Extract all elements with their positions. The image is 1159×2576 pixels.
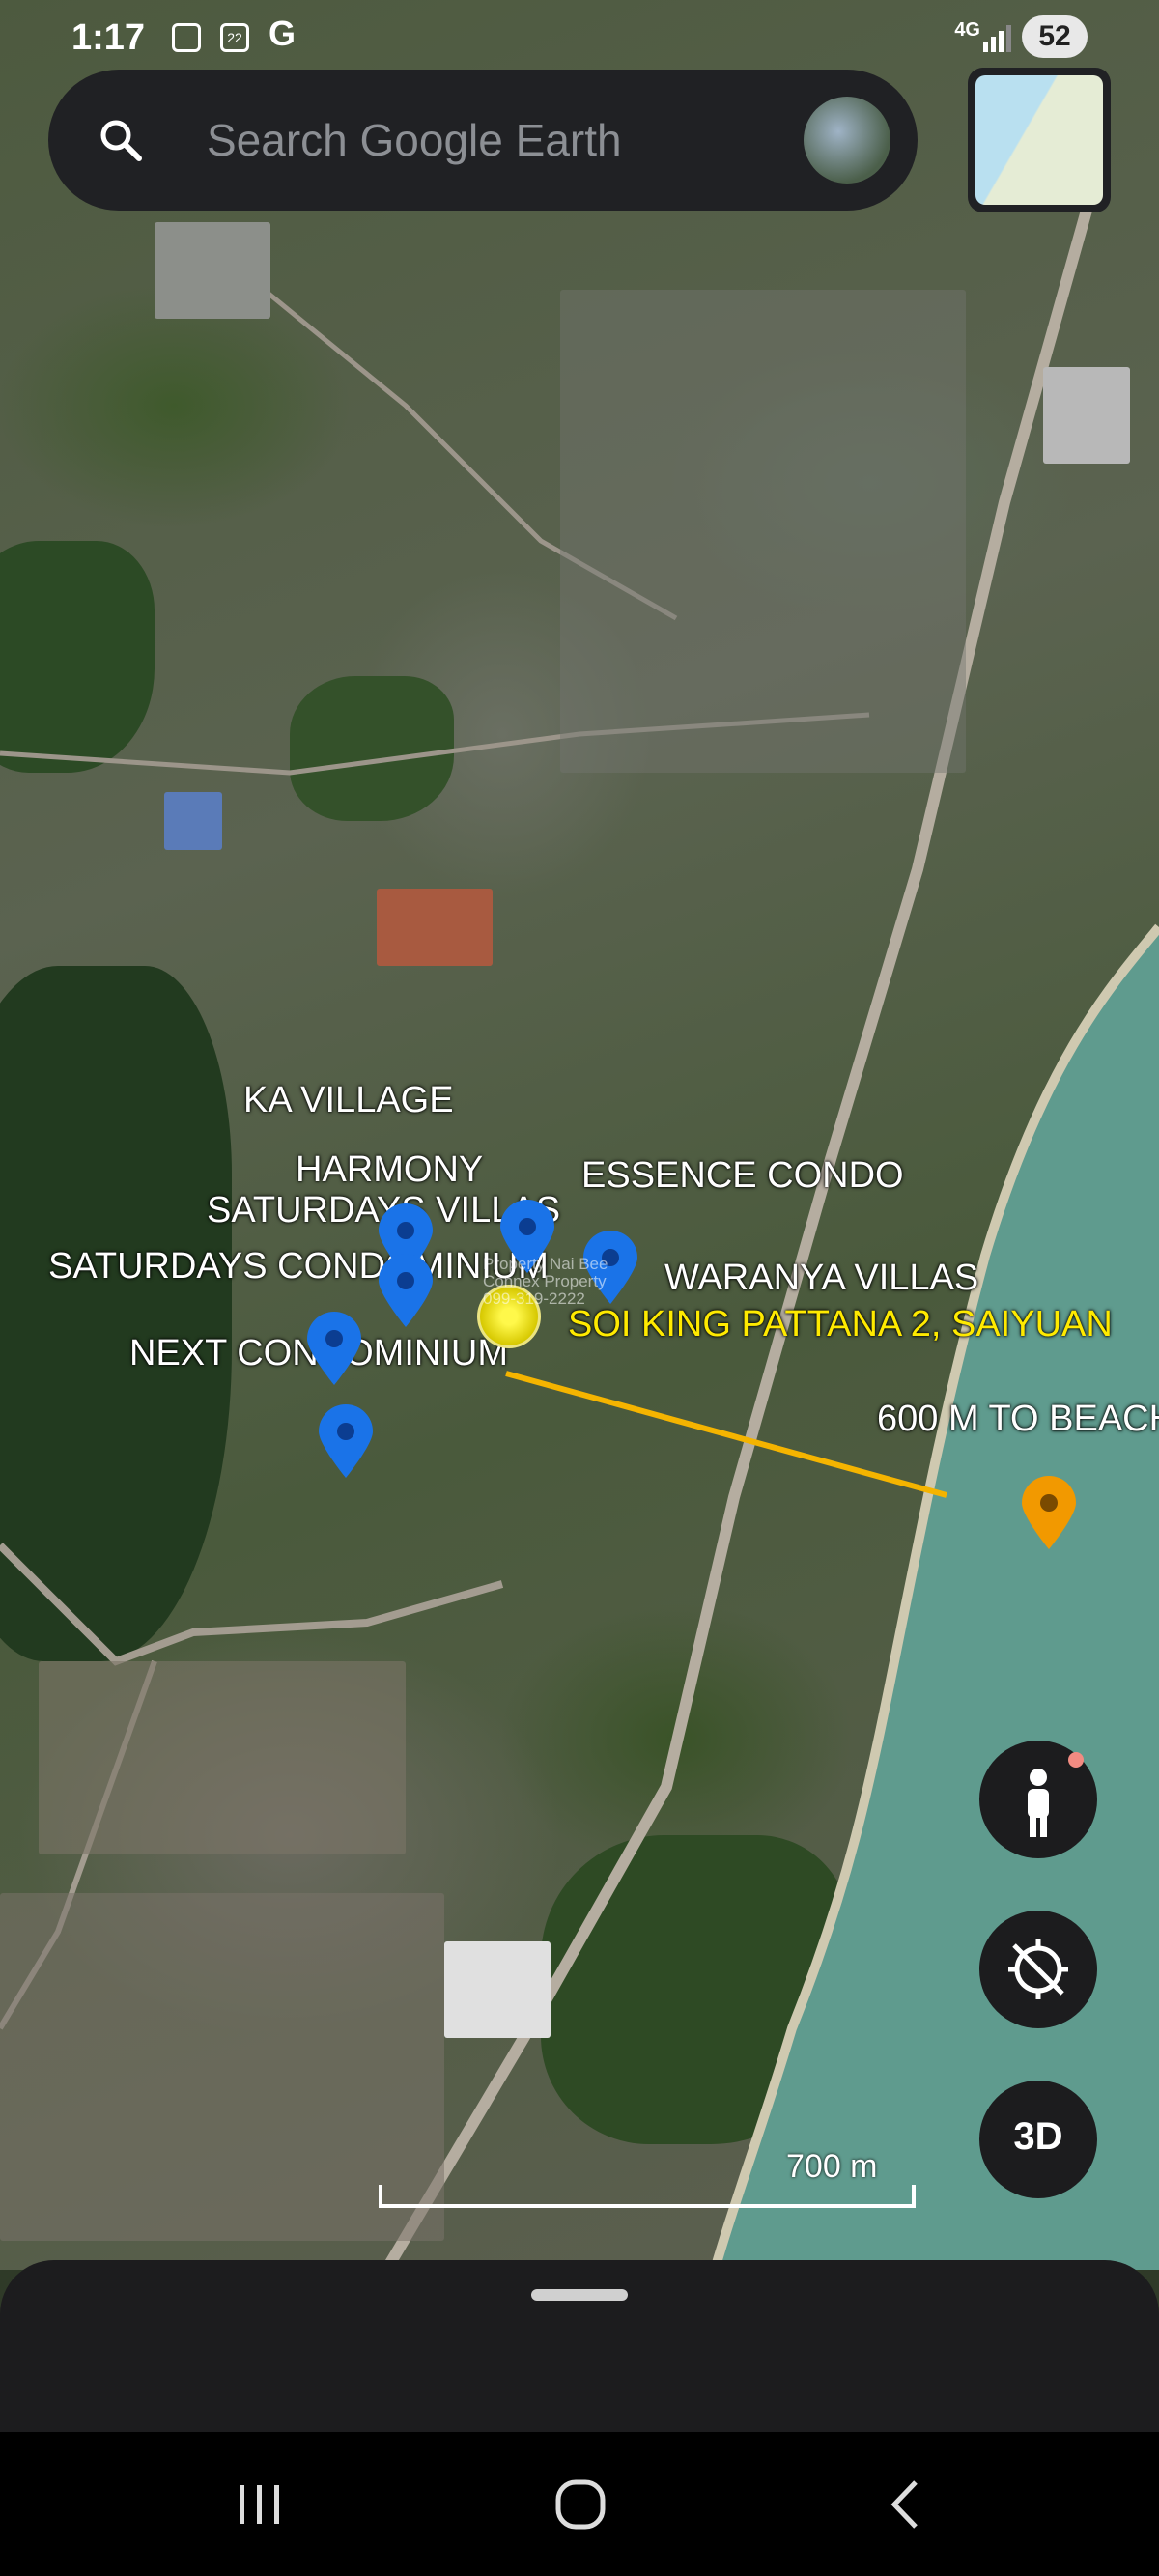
status-time: 1:17 [71, 17, 146, 58]
map-pin-blue[interactable] [303, 1310, 365, 1387]
street-view-button[interactable] [979, 1741, 1097, 1858]
place-label-ka-village[interactable]: KA VILLAGE [243, 1080, 454, 1121]
place-label-essence-condo[interactable]: ESSENCE CONDO [581, 1155, 904, 1197]
map-pin-blue[interactable] [315, 1402, 377, 1480]
recent-apps-icon[interactable] [226, 2471, 294, 2538]
scale-bar [379, 2185, 916, 2208]
map-style-button[interactable] [968, 68, 1111, 212]
battery-indicator: 52 [1022, 15, 1088, 58]
minimap-thumbnail [975, 75, 1103, 205]
back-icon[interactable] [873, 2471, 941, 2538]
place-label-soi-king-pattana[interactable]: SOI KING PATTANA 2, SAIYUAN [568, 1304, 1113, 1345]
home-icon[interactable] [547, 2471, 614, 2538]
search-icon [100, 120, 142, 161]
map-pin-orange[interactable] [1018, 1474, 1080, 1551]
notification-dot [1068, 1752, 1084, 1768]
compass-button[interactable] [979, 1911, 1097, 2028]
status-bar: 1:17 22 G 4G 52 [0, 0, 1159, 77]
calendar-icon: 22 [220, 23, 249, 52]
place-label-waranya-villas[interactable]: WARANYA VILLAS [664, 1258, 978, 1299]
search-placeholder: Search Google Earth [207, 115, 622, 165]
avatar[interactable] [804, 97, 890, 184]
place-label-beach-distance[interactable]: 600 M TO BEACH [877, 1399, 1159, 1440]
drag-handle[interactable] [531, 2289, 628, 2301]
3d-label: 3D [1013, 2115, 1063, 2158]
signal-icon [983, 25, 1011, 52]
search-bar[interactable]: Search Google Earth [48, 70, 918, 211]
watermark: Property Nai Bee Connex Property 099-319… [483, 1255, 608, 1308]
scale-label: 700 m [786, 2148, 878, 2185]
bottom-sheet[interactable] [0, 2260, 1159, 2434]
place-label-saturdays-condominium[interactable]: SATURDAYS CONDOMINIUM [48, 1246, 549, 1288]
screenshot-icon [172, 23, 201, 52]
compass-reset-icon [1008, 1939, 1068, 1999]
place-label-harmony[interactable]: HARMONY [296, 1149, 483, 1191]
map-pin-blue[interactable] [375, 1252, 437, 1329]
system-nav-bar [0, 2432, 1159, 2576]
google-icon: G [269, 14, 297, 53]
network-type: 4G [954, 19, 980, 41]
3d-toggle-button[interactable]: 3D [979, 2081, 1097, 2198]
